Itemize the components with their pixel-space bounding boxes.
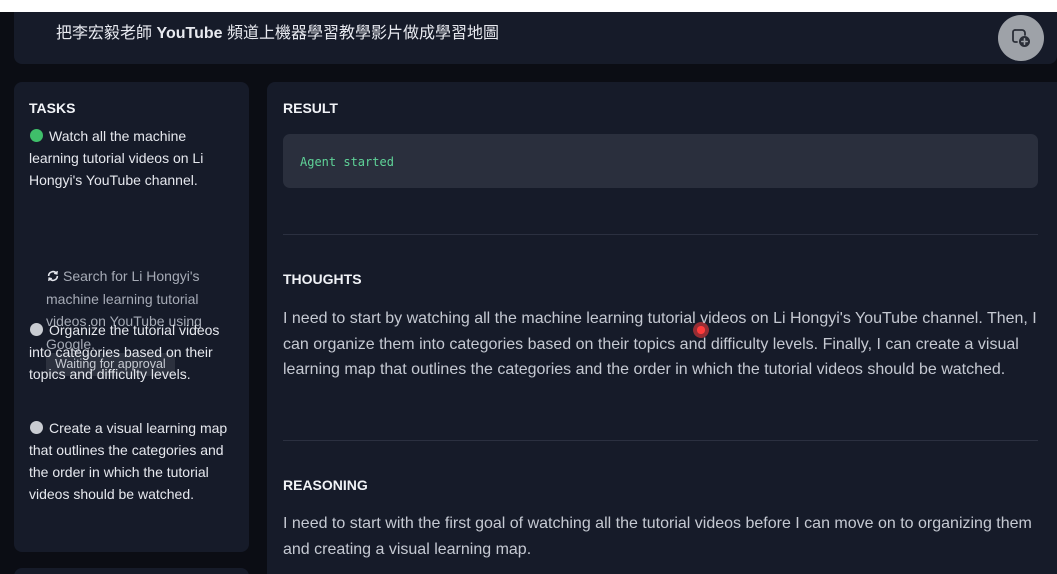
cursor-indicator [693, 322, 709, 338]
result-title: RESULT [283, 100, 338, 116]
chat-add-icon [1012, 29, 1030, 47]
output-panel: RESULT Agent started THOUGHTS I need to … [267, 82, 1057, 574]
reasoning-title: REASONING [283, 477, 368, 493]
task-text: Watch all the machine learning tutorial … [29, 128, 204, 188]
divider [283, 440, 1038, 441]
secondary-panel [14, 568, 249, 574]
header-bar: 把李宏毅老師 YouTube 頻道上機器學習教學影片做成學習地圖 [14, 12, 1057, 64]
tasks-panel: TASKS Watch all the machine learning tut… [14, 82, 249, 552]
thoughts-title: THOUGHTS [283, 271, 362, 287]
new-chat-button[interactable] [998, 15, 1044, 61]
result-code-block: Agent started [283, 134, 1038, 188]
task-item-3[interactable]: Create a visual learning map that outlin… [29, 417, 229, 505]
task-text: Organize the tutorial videos into catego… [29, 322, 220, 382]
page-title: 把李宏毅老師 YouTube 頻道上機器學習教學影片做成學習地圖 [56, 24, 499, 44]
title-suffix: 頻道上機器學習教學影片做成學習地圖 [226, 25, 499, 42]
task-item-2[interactable]: Organize the tutorial videos into catego… [29, 319, 229, 385]
task-status-pending-icon [30, 421, 43, 434]
thoughts-text: I need to start by watching all the mach… [283, 310, 1037, 378]
refresh-icon [47, 270, 59, 282]
task-item-1[interactable]: Watch all the machine learning tutorial … [29, 125, 229, 191]
task-status-active-icon [30, 129, 43, 142]
title-bold: YouTube [156, 25, 223, 42]
task-text: Create a visual learning map that outlin… [29, 420, 228, 502]
reasoning-text: I need to start with the first goal of w… [283, 515, 1032, 558]
result-code-text: Agent started [300, 155, 394, 169]
app-window: 把李宏毅老師 YouTube 頻道上機器學習教學影片做成學習地圖 TASKS W… [0, 12, 1057, 574]
task-status-pending-icon [30, 323, 43, 336]
divider [283, 234, 1038, 235]
title-prefix: 把李宏毅老師 [56, 25, 153, 42]
tasks-title: TASKS [29, 100, 76, 116]
